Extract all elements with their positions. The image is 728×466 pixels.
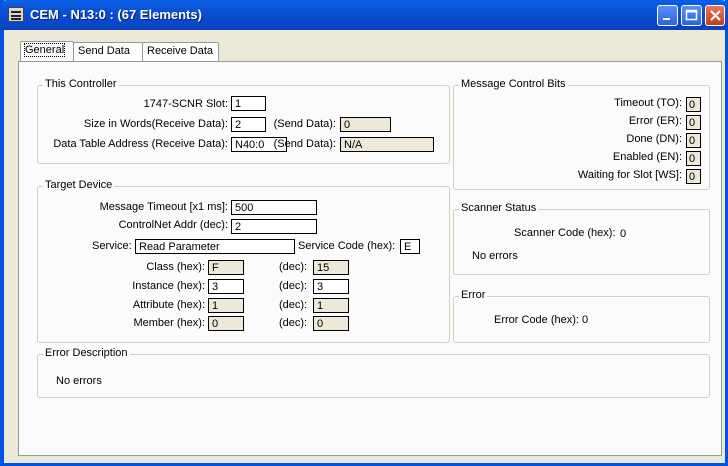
group-title: Error (459, 289, 488, 301)
error-description-group: Error Description No errors (37, 347, 710, 398)
dialog-window: CEM - N13:0 : (67 Elements) Send Data Re… (0, 0, 728, 466)
class-dec-field: 15 (313, 260, 349, 275)
error-bit-field: 0 (686, 115, 701, 130)
done-bit-field: 0 (686, 133, 701, 148)
attribute-hex-field: 1 (208, 298, 244, 313)
group-title: This Controller (43, 78, 119, 90)
service-label: Service: (92, 240, 132, 252)
error-bit-label: Error (ER): (628, 115, 682, 127)
app-icon (8, 7, 24, 22)
instance-hex-field[interactable]: 3 (208, 279, 244, 294)
group-title: Scanner Status (459, 202, 539, 214)
member-label: Member (hex): (133, 317, 205, 329)
tab-general-label: General (23, 43, 66, 57)
minimize-icon (663, 18, 670, 20)
class-dec-label: (dec): (279, 261, 308, 273)
title-bar[interactable]: CEM - N13:0 : (67 Elements) (0, 0, 728, 30)
member-dec-field: 0 (313, 316, 349, 331)
tab-send-data[interactable]: Send Data (73, 42, 143, 61)
attribute-dec-label: (dec): (279, 299, 308, 311)
scanner-code-label: Scanner Code (hex): (514, 227, 616, 239)
waiting-bit-label: Waiting for Slot [WS]: (577, 169, 682, 181)
service-code-field[interactable]: E (400, 239, 420, 254)
error-code-label: Error Code (hex): (494, 314, 579, 326)
message-control-bits-group: Message Control Bits Timeout (TO): 0 Err… (453, 78, 710, 190)
instance-label: Instance (hex): (132, 280, 205, 292)
group-title: Message Control Bits (459, 78, 568, 90)
instance-dec-label: (dec): (279, 280, 308, 292)
tab-general[interactable]: General (20, 41, 74, 62)
member-dec-label: (dec): (279, 317, 308, 329)
close-button[interactable] (705, 5, 725, 26)
minimize-button[interactable] (657, 5, 678, 26)
message-timeout-field[interactable]: 500 (231, 200, 317, 215)
member-hex-field: 0 (208, 316, 244, 331)
close-icon (710, 10, 721, 21)
controlnet-addr-label: ControlNet Addr (dec): (118, 219, 228, 231)
enabled-bit-field: 0 (686, 151, 701, 166)
size-label: Size in Words(Receive Data): (83, 118, 228, 130)
error-code-value: 0 (582, 314, 589, 326)
enabled-bit-label: Enabled (EN): (612, 151, 682, 163)
controlnet-addr-field[interactable]: 2 (231, 219, 317, 234)
service-field[interactable]: Read Parameter (135, 239, 295, 254)
attribute-label: Attribute (hex): (132, 299, 205, 311)
size-send-field: 0 (340, 117, 391, 132)
error-description-text: No errors (56, 375, 102, 387)
group-title: Error Description (43, 347, 130, 359)
timeout-bit-label: Timeout (TO): (614, 97, 682, 109)
maximize-button[interactable] (681, 5, 702, 26)
slot-label: 1747-SCNR Slot: (143, 98, 228, 110)
scanner-status-group: Scanner Status Scanner Code (hex): 0 No … (453, 202, 710, 275)
done-bit-label: Done (DN): (626, 133, 682, 145)
error-group: Error Error Code (hex): 0 (453, 289, 710, 343)
this-controller-group: This Controller 1747-SCNR Slot: 1 Size i… (37, 78, 450, 164)
address-send-label: (Send Data): (273, 138, 336, 150)
maximize-icon (685, 9, 698, 21)
scanner-code-value: 0 (620, 228, 627, 240)
general-tab-panel: This Controller 1747-SCNR Slot: 1 Size i… (18, 61, 722, 456)
size-receive-field[interactable]: 2 (231, 117, 266, 132)
target-device-group: Target Device Message Timeout [x1 ms]: 5… (37, 179, 450, 343)
slot-field[interactable]: 1 (231, 96, 266, 111)
size-send-label: (Send Data): (273, 118, 336, 130)
scanner-status-message: No errors (472, 250, 518, 262)
class-label: Class (hex): (146, 261, 205, 273)
waiting-bit-field: 0 (686, 169, 701, 184)
timeout-bit-field: 0 (686, 97, 701, 112)
tab-receive-data[interactable]: Receive Data (142, 42, 219, 61)
service-code-label: Service Code (hex): (298, 240, 396, 252)
message-timeout-label: Message Timeout [x1 ms]: (99, 201, 228, 213)
group-title: Target Device (43, 179, 115, 191)
address-send-field: N/A (340, 137, 434, 152)
data-table-address-label: Data Table Address (Receive Data): (53, 138, 228, 150)
window-title: CEM - N13:0 : (67 Elements) (30, 7, 202, 22)
class-hex-field: F (208, 260, 244, 275)
attribute-dec-field: 1 (313, 298, 349, 313)
instance-dec-field[interactable]: 3 (313, 279, 349, 294)
